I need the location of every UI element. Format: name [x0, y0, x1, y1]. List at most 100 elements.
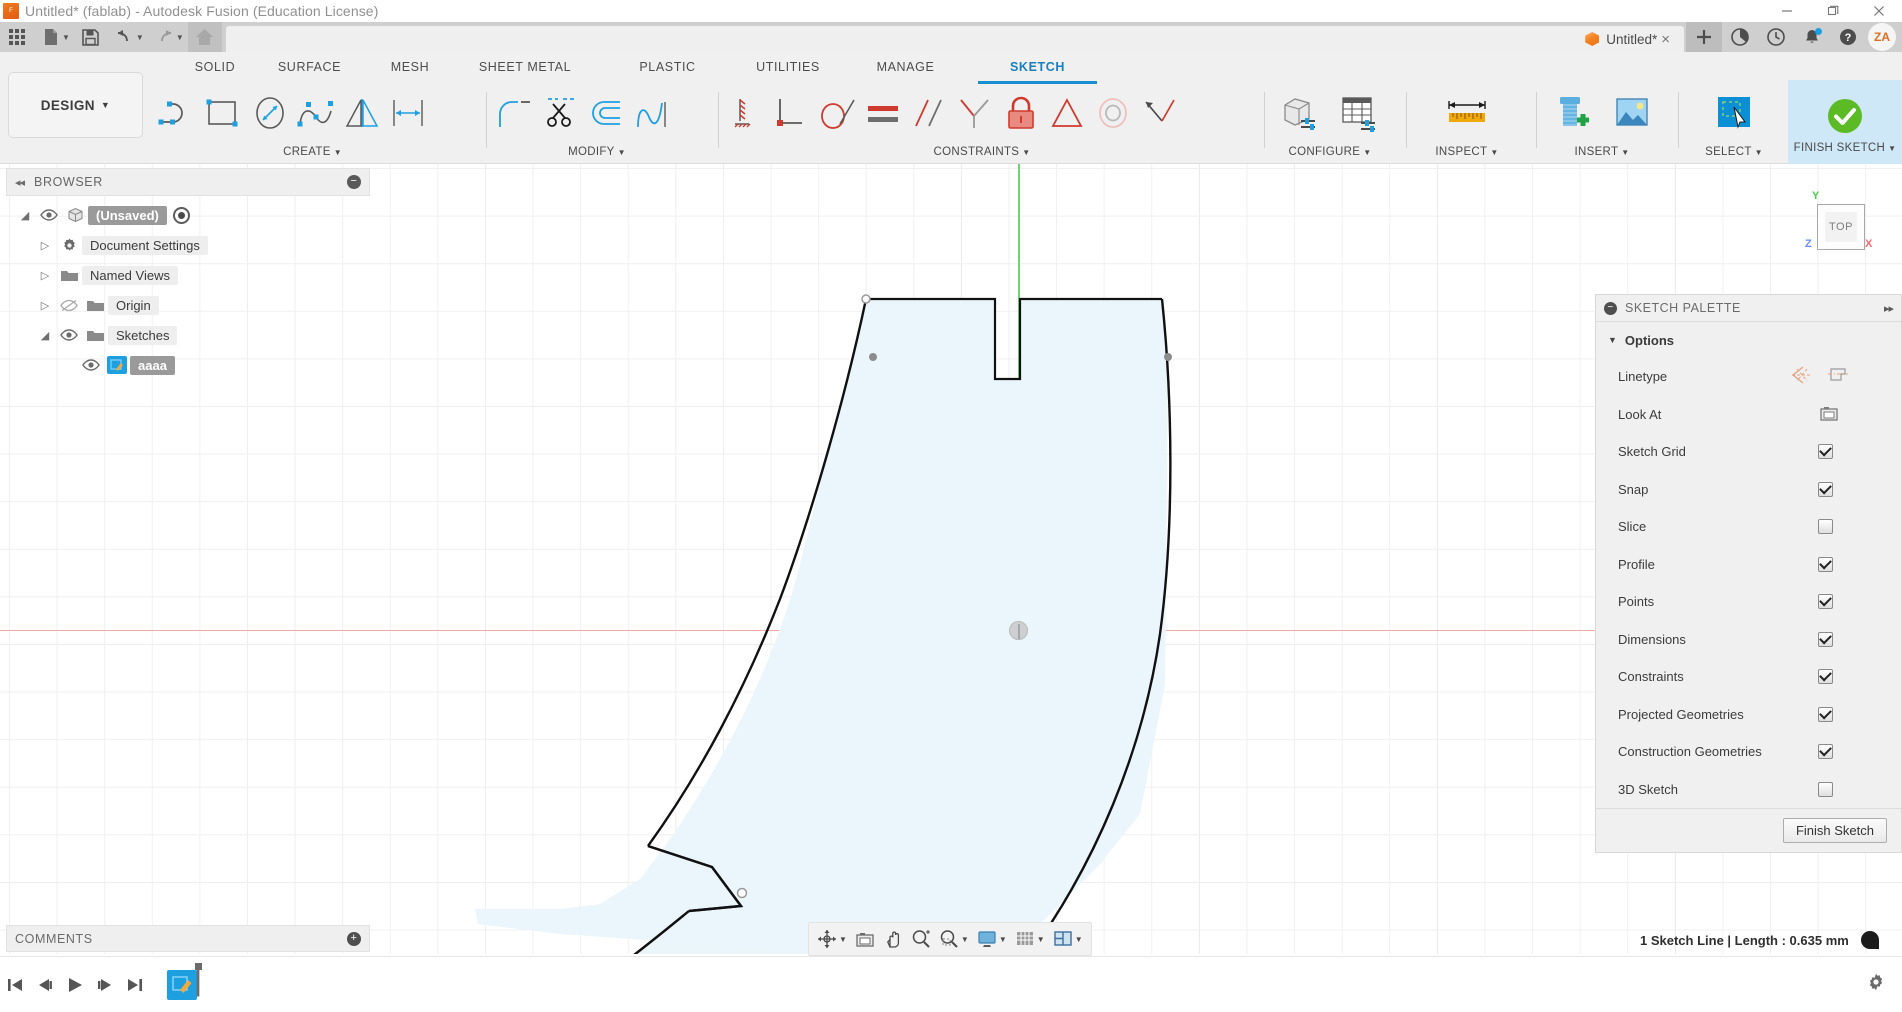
notifications-icon[interactable] [1794, 22, 1830, 52]
tab-solid[interactable]: SOLID [175, 60, 255, 80]
zoom-fit-icon[interactable] [935, 925, 963, 953]
orbit-caret[interactable]: ▼ [839, 935, 847, 944]
rectangular-pattern-tool[interactable] [385, 80, 431, 142]
step-forward-icon[interactable] [90, 968, 120, 1002]
browser-item-document-settings[interactable]: ▷ Document Settings [6, 230, 370, 260]
palette-row-profile[interactable]: Profile [1596, 546, 1901, 584]
orbit-icon[interactable] [813, 925, 841, 953]
browser-item-unsaved[interactable]: ◢ (Unsaved) [6, 200, 370, 230]
checkbox-construction-geometries[interactable] [1818, 744, 1833, 760]
zoom-icon[interactable] [907, 925, 935, 953]
eye-hidden-icon[interactable] [56, 299, 82, 312]
insert-canvas-tool[interactable] [1602, 80, 1662, 142]
finish-sketch-button[interactable]: Finish Sketch [1782, 818, 1887, 843]
palette-row-3d-sketch[interactable]: 3D Sketch [1596, 771, 1901, 809]
pan-icon[interactable] [879, 925, 907, 953]
restore-window-button[interactable] [1810, 0, 1856, 22]
comments-panel[interactable]: COMMENTS + [6, 925, 370, 952]
checkbox-dimensions[interactable] [1818, 631, 1833, 647]
palette-row-constraints[interactable]: Constraints [1596, 658, 1901, 696]
palette-row-snap[interactable]: Snap [1596, 471, 1901, 509]
browser-item-aaaa[interactable]: aaaa [6, 350, 370, 380]
view-cube[interactable]: TOP Y X Z [1805, 190, 1877, 260]
zoom-fit-caret[interactable]: ▼ [961, 935, 969, 944]
recent-icon[interactable] [1758, 22, 1794, 52]
tangent-constraint-tool[interactable] [814, 80, 860, 142]
centerline-linetype-icon[interactable] [1827, 365, 1849, 388]
configure-part-tool[interactable] [1270, 80, 1330, 142]
palette-row-construction-geometries[interactable]: Construction Geometries [1596, 733, 1901, 771]
minimize-icon[interactable]: − [347, 175, 361, 189]
add-comment-icon[interactable]: + [347, 931, 361, 946]
palette-row-sketch-grid[interactable]: Sketch Grid [1596, 433, 1901, 471]
palette-row-projected-geometries[interactable]: Projected Geometries [1596, 696, 1901, 734]
undo-caret[interactable]: ▼ [136, 33, 144, 42]
configuration-table-tool[interactable] [1330, 80, 1390, 142]
group-finish-sketch[interactable]: FINISH SKETCH ▼ [1788, 80, 1902, 164]
checkbox-constraints[interactable] [1818, 669, 1833, 685]
close-icon[interactable]: × [1657, 31, 1674, 48]
perpendicular-constraint-tool[interactable] [768, 80, 814, 142]
fix-constraint-tool[interactable] [998, 80, 1044, 142]
step-back-icon[interactable] [30, 968, 60, 1002]
fix-unfix-constraint-tool[interactable] [722, 80, 768, 142]
equal-constraint-tool[interactable] [860, 80, 906, 142]
expand-arrow-icon[interactable]: ▷ [34, 239, 56, 252]
browser-item-named-views[interactable]: ▷ Named Views [6, 260, 370, 290]
tab-sheet-metal[interactable]: SHEET METAL [455, 60, 595, 80]
checkbox-3d-sketch[interactable] [1818, 781, 1833, 797]
timeline-settings-icon[interactable] [1866, 972, 1886, 997]
construction-linetype-icon[interactable] [1791, 365, 1813, 388]
trim-tool[interactable] [538, 80, 584, 142]
expand-arrow-icon[interactable]: ▷ [34, 299, 56, 312]
tab-mesh[interactable]: MESH [375, 60, 445, 80]
expand-icon[interactable]: ▸▸ [1884, 302, 1894, 315]
home-icon[interactable] [187, 22, 222, 52]
viewports-icon[interactable] [1049, 925, 1077, 953]
redo-caret[interactable]: ▼ [176, 33, 184, 42]
expand-arrow-icon[interactable]: ◢ [14, 209, 36, 222]
close-window-button[interactable] [1856, 0, 1902, 22]
circle-tool[interactable] [247, 80, 293, 142]
eye-icon[interactable] [36, 209, 62, 221]
line-tool[interactable] [155, 80, 201, 142]
go-to-end-icon[interactable] [120, 968, 150, 1002]
app-grid-icon[interactable] [0, 22, 34, 52]
checkbox-slice[interactable] [1818, 519, 1833, 535]
look-at-icon[interactable] [1819, 404, 1839, 425]
spline-tool[interactable] [293, 80, 339, 142]
expand-arrow-icon[interactable]: ◢ [34, 329, 56, 342]
grid-and-snaps-icon[interactable] [1011, 925, 1039, 953]
midpoint-constraint-tool[interactable] [952, 80, 998, 142]
help-icon[interactable]: ? [1830, 22, 1866, 52]
tab-utilities[interactable]: UTILITIES [738, 60, 838, 80]
break-tool[interactable] [630, 80, 676, 142]
symmetry-constraint-tool[interactable] [1044, 80, 1090, 142]
palette-row-points[interactable]: Points [1596, 583, 1901, 621]
display-settings-icon[interactable] [973, 925, 1001, 953]
expand-arrow-icon[interactable]: ▷ [34, 269, 56, 282]
tab-surface[interactable]: SURFACE [262, 60, 357, 80]
insert-mcmaster-carr-tool[interactable] [1542, 80, 1602, 142]
parallel-constraint-tool[interactable] [906, 80, 952, 142]
units-icon[interactable] [1860, 931, 1879, 949]
fillet-tool[interactable] [492, 80, 538, 142]
play-icon[interactable] [60, 968, 90, 1002]
browser-item-origin[interactable]: ▷ Origin [6, 290, 370, 320]
viewports-caret[interactable]: ▼ [1075, 935, 1083, 944]
browser-item-sketches[interactable]: ◢ Sketches [6, 320, 370, 350]
save-icon[interactable] [74, 22, 108, 52]
select-tool[interactable] [1704, 80, 1764, 142]
checkbox-projected-geometries[interactable] [1818, 706, 1833, 722]
measure-tool[interactable] [1437, 80, 1497, 142]
view-cube-top-face[interactable]: TOP [1817, 204, 1865, 250]
document-tab[interactable]: Untitled* × [225, 26, 1684, 52]
timeline-feature-sketch[interactable] [164, 962, 202, 1003]
minimize-window-button[interactable] [1764, 0, 1810, 22]
origin-point[interactable] [1009, 621, 1028, 640]
palette-row-slice[interactable]: Slice [1596, 508, 1901, 546]
tab-manage[interactable]: MANAGE [858, 60, 953, 80]
checkbox-profile[interactable] [1818, 556, 1833, 572]
checkbox-points[interactable] [1818, 594, 1833, 610]
concentric-constraint-tool[interactable] [1090, 80, 1136, 142]
